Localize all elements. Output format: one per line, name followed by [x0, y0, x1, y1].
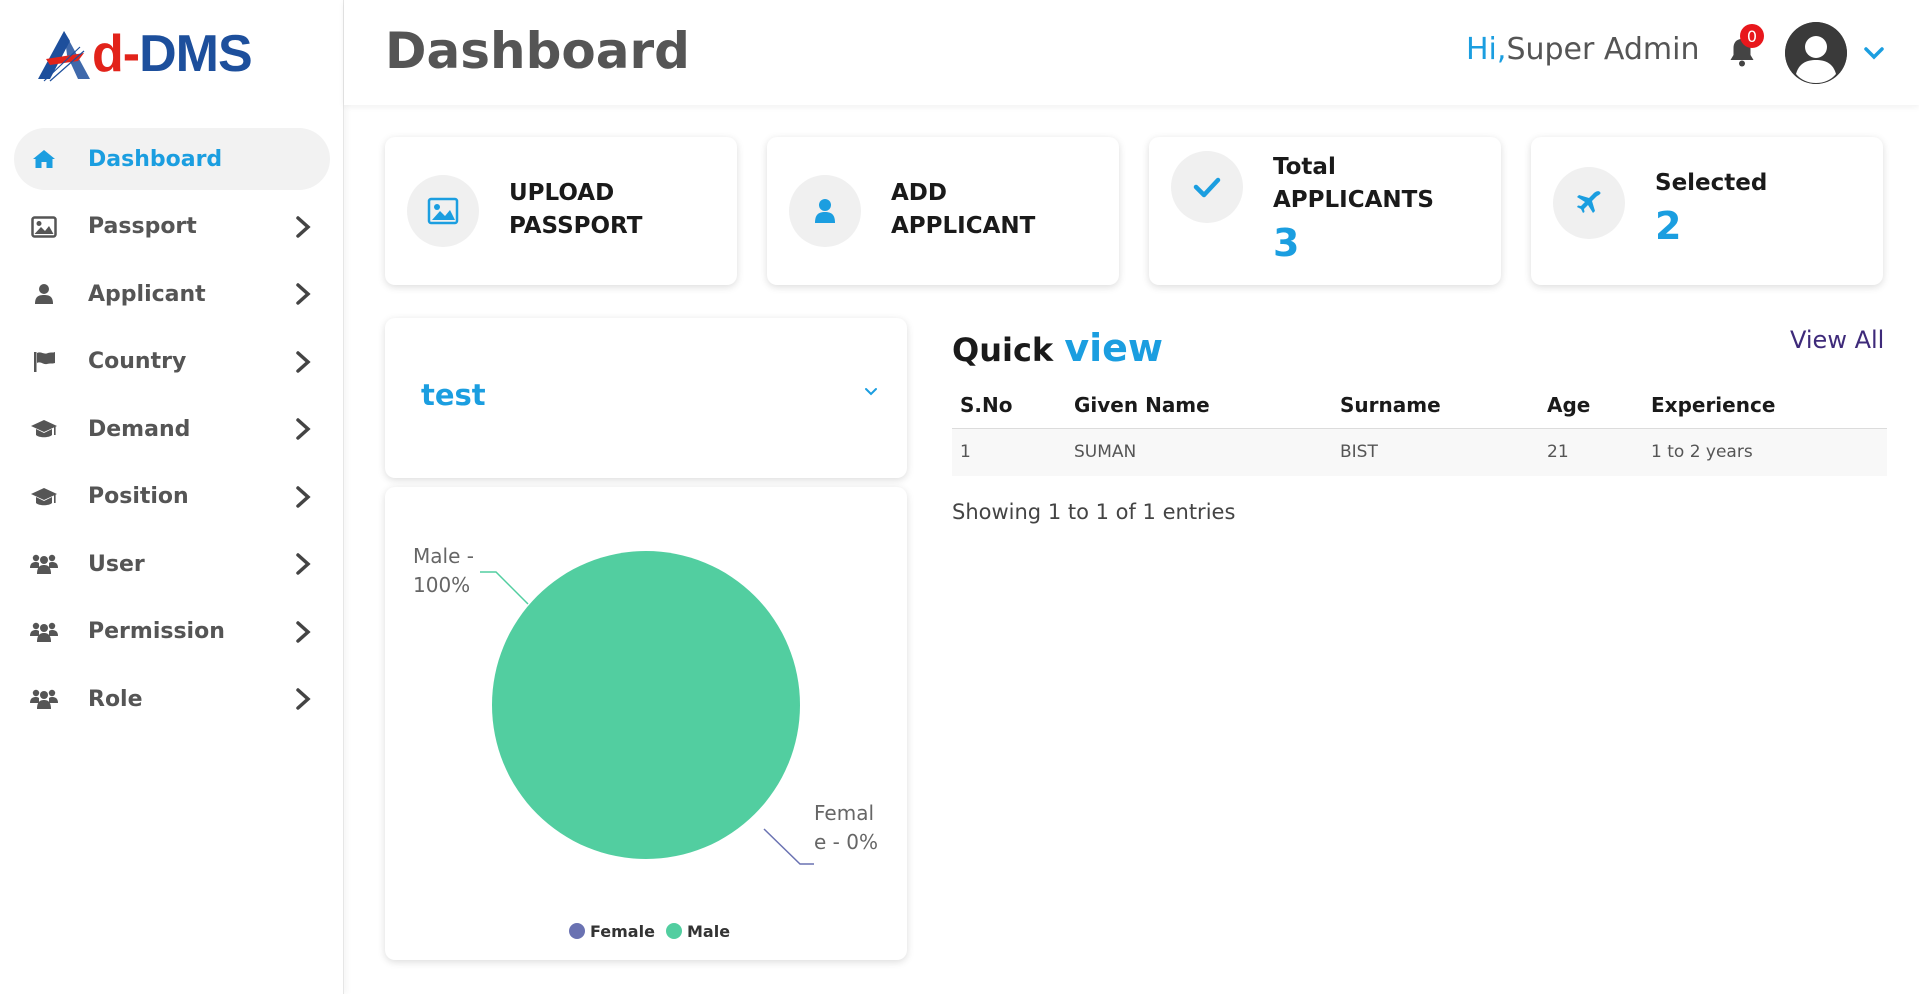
cell-surname: BIST [1332, 428, 1539, 476]
sidebar-item-label: Role [88, 686, 143, 712]
gender-pie-chart: Male -100% Femal e - 0% Female Male [413, 544, 878, 941]
home-icon [30, 145, 58, 173]
top-header: Dashboard Hi,Super Admin 0 [344, 0, 1919, 105]
logo-text: d-DMS [92, 25, 253, 83]
selected-card[interactable]: Selected 2 [1531, 137, 1883, 285]
user-icon [30, 280, 58, 308]
user-icon [789, 175, 861, 247]
sidebar: d-DMS Dashboard Passport Applicant Count… [0, 0, 344, 994]
data-label-male: Male -100% [413, 544, 474, 597]
chevron-right-icon [296, 688, 311, 710]
plane-icon [1553, 167, 1625, 239]
legend-label-female[interactable]: Female [590, 922, 655, 941]
legend-swatch-female [569, 923, 585, 939]
sidebar-item-permission[interactable]: Permission [14, 601, 330, 663]
table-info: Showing 1 to 1 of 1 entries [952, 500, 1236, 524]
cell-age: 21 [1539, 428, 1643, 476]
sidebar-item-label: Dashboard [88, 146, 223, 172]
logo-mark-icon [38, 31, 90, 82]
cell-given-name: SUMAN [1066, 428, 1332, 476]
pie-slice-male[interactable] [492, 551, 800, 859]
chevron-right-icon [296, 215, 311, 238]
card-label: Selected [1655, 170, 1768, 196]
users-icon [30, 618, 58, 646]
graduation-cap-icon [30, 483, 58, 511]
card-label: UPLOAD PASSPORT [509, 180, 643, 239]
quick-view-table: S.No Given Name Surname Age Experience 1… [952, 382, 1887, 476]
column-header-given-name[interactable]: Given Name [1066, 382, 1332, 429]
user-avatar-icon [1785, 22, 1847, 84]
sidebar-item-role[interactable]: Role [14, 668, 330, 730]
users-icon [30, 550, 58, 578]
total-applicants-value: 3 [1273, 221, 1300, 265]
gender-pie-chart-card: Male -100% Femal e - 0% Female Male [385, 487, 907, 960]
users-icon [30, 685, 58, 713]
column-header-age[interactable]: Age [1539, 382, 1643, 429]
filter-select[interactable]: test [385, 318, 907, 478]
chevron-right-icon [296, 418, 311, 440]
cell-experience: 1 to 2 years [1643, 428, 1887, 476]
leader-line-female [763, 828, 814, 865]
sidebar-item-label: Applicant [88, 281, 206, 307]
legend-swatch-male [666, 923, 682, 939]
flag-icon [30, 348, 58, 376]
view-all-link[interactable]: View All [1790, 326, 1884, 354]
chevron-right-icon [296, 283, 311, 305]
card-label: Total APPLICANTS [1273, 154, 1434, 213]
sidebar-item-passport[interactable]: Passport [14, 196, 330, 258]
sidebar-item-label: Demand [88, 416, 191, 442]
sidebar-item-country[interactable]: Country [14, 331, 330, 393]
avatar[interactable] [1785, 22, 1847, 84]
app-logo[interactable]: d-DMS [34, 24, 253, 84]
chevron-right-icon [296, 485, 311, 508]
sidebar-item-dashboard[interactable]: Dashboard [14, 128, 330, 190]
legend-label-male[interactable]: Male [687, 922, 730, 941]
chevron-right-icon [296, 620, 311, 643]
user-greeting: Hi,Super Admin [1466, 32, 1700, 67]
chevron-right-icon [296, 350, 311, 373]
chevron-right-icon [296, 553, 311, 575]
chevron-down-icon[interactable] [1863, 44, 1885, 62]
image-icon [407, 175, 479, 247]
data-label-female: Femal e - 0% [814, 801, 878, 854]
page-title: Dashboard [385, 22, 690, 80]
total-applicants-card[interactable]: Total APPLICANTS 3 [1149, 137, 1501, 285]
table-row[interactable]: 1 SUMAN BIST 21 1 to 2 years [952, 428, 1887, 476]
column-header-sno[interactable]: S.No [952, 382, 1066, 429]
selected-value: 2 [1655, 204, 1682, 248]
sidebar-item-label: Passport [88, 214, 197, 239]
sidebar-item-label: Permission [88, 619, 225, 644]
sidebar-item-label: Country [88, 349, 187, 374]
filter-select-value: test [421, 378, 486, 412]
column-header-experience[interactable]: Experience [1643, 382, 1887, 429]
check-icon [1171, 151, 1243, 223]
image-icon [30, 213, 58, 241]
notification-badge: 0 [1740, 24, 1764, 48]
cell-sno: 1 [952, 428, 1066, 476]
sidebar-item-demand[interactable]: Demand [14, 398, 330, 460]
sidebar-item-position[interactable]: Position [14, 466, 330, 528]
upload-passport-card[interactable]: UPLOAD PASSPORT [385, 137, 737, 285]
chevron-down-icon [865, 388, 877, 396]
sidebar-item-applicant[interactable]: Applicant [14, 263, 330, 325]
leader-line-male [480, 571, 529, 605]
card-label: ADD APPLICANT [891, 180, 1036, 239]
table-header-row: S.No Given Name Surname Age Experience [952, 382, 1887, 429]
graduation-cap-icon [30, 415, 58, 443]
sidebar-item-label: Position [88, 484, 189, 509]
sidebar-item-label: User [88, 551, 145, 577]
sidebar-item-user[interactable]: User [14, 533, 330, 595]
sidebar-nav: Dashboard Passport Applicant Country Dem… [14, 128, 330, 736]
add-applicant-card[interactable]: ADD APPLICANT [767, 137, 1119, 285]
column-header-surname[interactable]: Surname [1332, 382, 1539, 429]
quick-view-title: Quick view [952, 326, 1164, 370]
